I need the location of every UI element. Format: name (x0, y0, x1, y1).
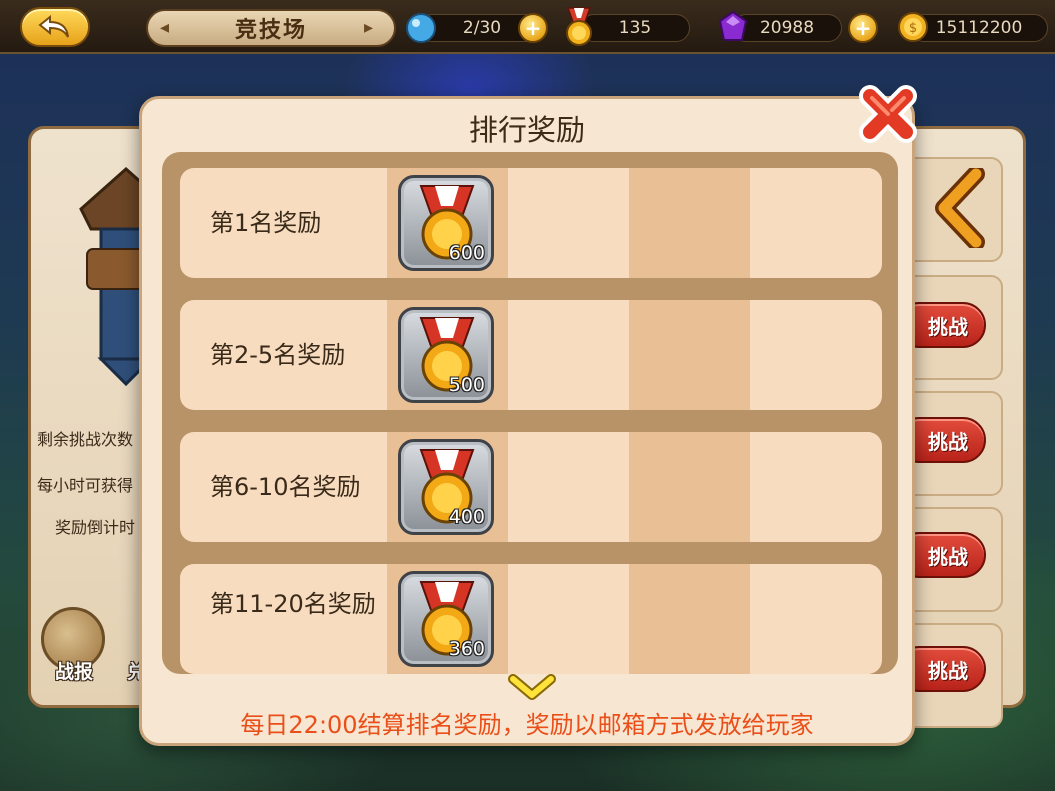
reward-row: 第6-10名奖励 400 (180, 432, 882, 542)
reward-list[interactable]: 第1名奖励 600 第2-5名奖励 500 第6-10名奖励 400 第11-2… (162, 152, 898, 674)
challenge-label: 挑战 (928, 544, 968, 569)
medal-reward-slot[interactable]: 500 (398, 307, 494, 403)
rank-reward-dialog: 排行奖励 第1名奖励 600 第2-5名奖励 500 第6-10名奖励 400 … (139, 96, 915, 746)
right-ornament-icon: ▸ (364, 17, 374, 38)
medal-reward-slot[interactable]: 400 (398, 439, 494, 535)
reward-rank-label: 第11-20名奖励 (210, 590, 376, 618)
medal-count: 600 (448, 242, 485, 264)
add-gems-button[interactable]: + (848, 13, 878, 43)
medal-icon (566, 7, 592, 46)
medal-value: 135 (618, 18, 652, 38)
gold-counter: 15112200 (910, 14, 1048, 42)
close-x-icon[interactable] (858, 84, 918, 144)
challenge-label: 挑战 (928, 658, 968, 683)
water-drop-icon (406, 13, 436, 43)
hourly-reward-label: 每小时可获得 (37, 476, 134, 495)
svg-text:$: $ (909, 21, 917, 36)
add-stamina-button[interactable]: + (518, 13, 548, 43)
reward-row: 第1名奖励 600 (180, 168, 882, 278)
stamina-value: 2/30 (462, 18, 502, 38)
settlement-notice: 每日22:00结算排名奖励，奖励以邮箱方式发放给玩家 (240, 711, 814, 739)
reward-row: 第11-20名奖励 360 (180, 564, 882, 674)
medal-count: 500 (448, 374, 485, 396)
reward-rank-label: 第6-10名奖励 (210, 473, 361, 501)
scroll-down-chevron-icon[interactable] (507, 673, 557, 703)
purple-gem-icon (718, 10, 748, 41)
gold-coin-icon: $ (898, 12, 928, 42)
challenge-label: 挑战 (928, 314, 968, 339)
reward-row: 第2-5名奖励 500 (180, 300, 882, 410)
reward-rank-label: 第2-5名奖励 (210, 341, 346, 369)
gem-value: 20988 (759, 18, 815, 38)
reward-rank-label: 第1名奖励 (210, 209, 322, 237)
medal-count: 400 (448, 506, 485, 528)
screen-title: 竞技场 (234, 18, 307, 43)
medal-counter: 135 (580, 14, 690, 42)
back-button[interactable] (20, 7, 90, 47)
screen-title-plate: ◂ 竞技场 ▸ (146, 9, 396, 47)
medal-count: 360 (448, 638, 485, 660)
top-bar: ◂ 竞技场 ▸ 2/30 + 135 20988 + 15112200 $ (0, 0, 1055, 54)
gold-value: 15112200 (935, 18, 1023, 38)
collapse-arrow-icon[interactable] (932, 168, 988, 248)
battle-report-label: 战报 (55, 661, 94, 683)
challenge-label: 挑战 (928, 429, 968, 454)
medal-reward-slot[interactable]: 360 (398, 571, 494, 667)
left-ornament-icon: ◂ (160, 17, 170, 38)
remaining-challenges-label: 剩余挑战次数 (37, 430, 134, 449)
dialog-title: 排行奖励 (468, 113, 585, 147)
medal-reward-slot[interactable]: 600 (398, 175, 494, 271)
back-arrow-icon (38, 14, 69, 38)
reward-countdown-label: 奖励倒计时 (55, 518, 136, 537)
